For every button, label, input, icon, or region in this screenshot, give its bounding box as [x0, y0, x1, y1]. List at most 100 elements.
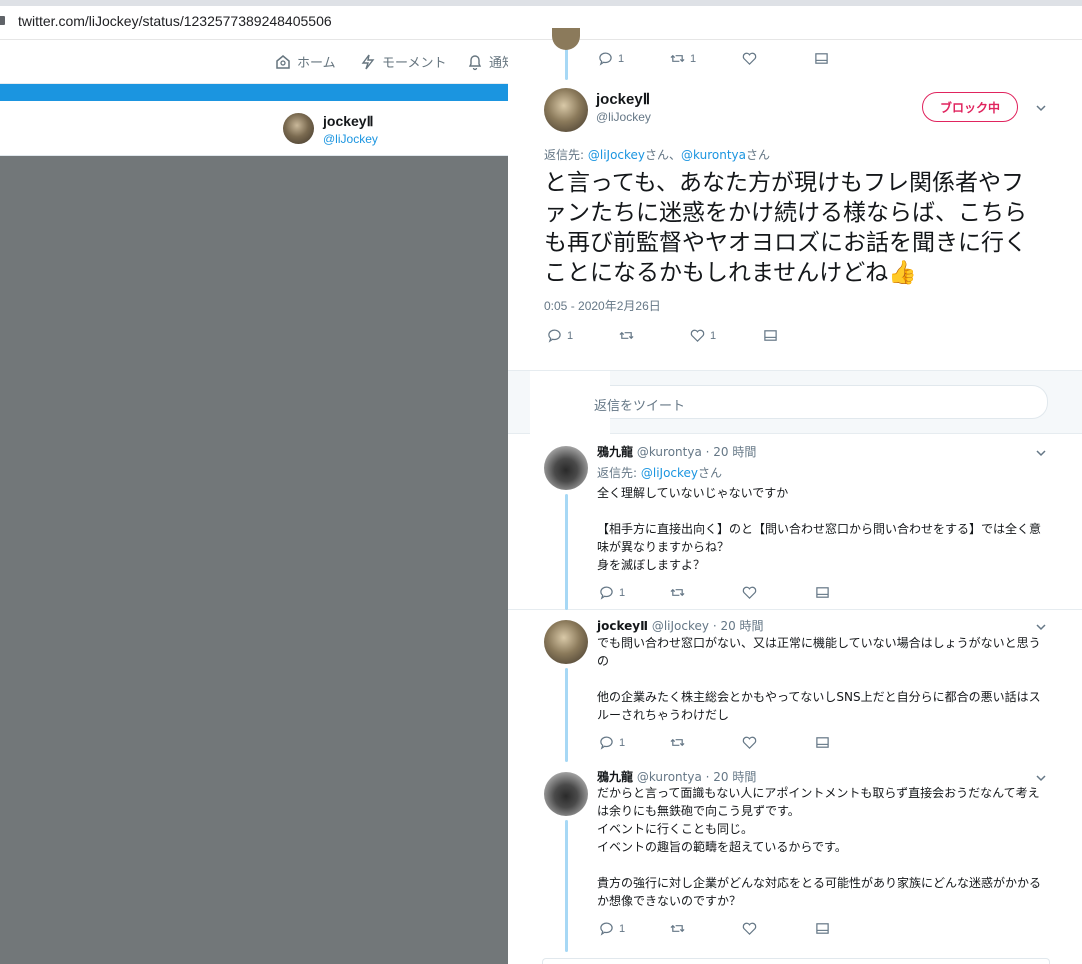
- reply-to-prefix: 返信先:: [597, 466, 638, 480]
- avatar[interactable]: [544, 446, 588, 490]
- honorific: さん、: [645, 148, 682, 162]
- reply-count: 1: [619, 736, 626, 749]
- dm-button[interactable]: [763, 328, 778, 343]
- list-item[interactable]: 鴉九龍 @kurontya · 20 時間 返信先: @liJockeyさん 全…: [508, 434, 1082, 610]
- thread-line: [565, 820, 568, 952]
- like-button[interactable]: [742, 921, 757, 936]
- home-icon: [276, 54, 290, 69]
- reply-icon: [600, 736, 613, 750]
- heart-icon: [742, 52, 757, 65]
- tweet-author-name[interactable]: 鴉九龍: [597, 770, 633, 784]
- dm-button[interactable]: [815, 735, 830, 750]
- avatar[interactable]: [544, 620, 588, 664]
- nav-moments[interactable]: モーメント: [359, 52, 446, 71]
- lock-icon: [0, 16, 5, 25]
- retweet-icon: [670, 924, 685, 933]
- reply-button[interactable]: 1: [599, 921, 625, 936]
- retweet-count: 1: [690, 52, 697, 65]
- avatar[interactable]: [283, 113, 314, 144]
- nav-moments-label: モーメント: [382, 55, 447, 70]
- chevron-down-icon[interactable]: [1035, 447, 1047, 459]
- thread-line: [565, 668, 568, 762]
- reply-icon: [599, 52, 612, 66]
- tweet-text: 全く理解していないじゃないですか 【相手方に直接出向く】のと【問い合わせ窓口から…: [597, 486, 1042, 572]
- envelope-icon: [816, 587, 829, 598]
- avatar: [552, 28, 580, 50]
- nav-home-label: ホーム: [297, 55, 336, 70]
- lightning-icon: [361, 54, 375, 69]
- tweet-time[interactable]: · 20 時間: [706, 445, 757, 459]
- heart-icon: [742, 922, 757, 935]
- like-count: 1: [710, 329, 717, 342]
- dm-button[interactable]: [815, 921, 830, 936]
- profile-name[interactable]: jockeyⅡ: [323, 113, 373, 130]
- tweet-author-handle[interactable]: @kurontya: [637, 770, 702, 784]
- chevron-down-icon[interactable]: [1035, 102, 1047, 114]
- tweet-author-name[interactable]: jockeyⅡ: [596, 90, 650, 108]
- like-button[interactable]: [742, 735, 757, 750]
- tweet-time[interactable]: · 20 時間: [713, 619, 764, 633]
- list-item[interactable]: jockeyⅡ @liJockey · 20 時間 でも問い合わせ窓口がない、又…: [508, 610, 1082, 762]
- heart-icon: [690, 329, 705, 342]
- reply-icon: [600, 586, 613, 600]
- reply-button[interactable]: 1: [598, 51, 624, 66]
- tweet-author-name[interactable]: jockeyⅡ: [597, 619, 648, 633]
- action-bar: 1: [599, 735, 839, 751]
- tweet-header: 鴉九龍 @kurontya · 20 時間: [597, 443, 756, 460]
- envelope-icon: [815, 53, 828, 64]
- reply-button[interactable]: 1: [599, 735, 625, 750]
- mention-link[interactable]: @liJockey: [641, 466, 698, 480]
- action-bar: 1 1: [547, 328, 807, 344]
- url-text[interactable]: twitter.com/liJockey/status/123257738924…: [18, 13, 332, 29]
- reply-button[interactable]: 1: [599, 585, 625, 600]
- honorific: さん: [698, 466, 723, 480]
- avatar[interactable]: [544, 772, 588, 816]
- retweet-button[interactable]: 1: [670, 51, 696, 66]
- envelope-icon: [764, 330, 777, 341]
- retweet-button[interactable]: [619, 328, 634, 343]
- like-button[interactable]: [742, 585, 757, 600]
- reply-button[interactable]: 1: [547, 328, 573, 343]
- chevron-down-icon[interactable]: [1035, 772, 1047, 784]
- retweet-button[interactable]: [670, 735, 685, 750]
- mention-link[interactable]: @liJockey: [588, 148, 645, 162]
- nav-home[interactable]: ホーム: [274, 52, 336, 71]
- retweet-button[interactable]: [670, 921, 685, 936]
- retweet-icon: [670, 738, 685, 747]
- list-item[interactable]: 鴉九龍 @kurontya · 20 時間 だからと言って面識もない人にアポイン…: [508, 762, 1082, 952]
- bell-icon: [468, 54, 482, 70]
- action-bar: 1 1: [598, 51, 838, 67]
- reply-count: 1: [567, 329, 574, 342]
- chevron-down-icon[interactable]: [1035, 621, 1047, 633]
- mention-link[interactable]: @kurontya: [681, 148, 746, 162]
- tweet-author-handle[interactable]: @liJockey: [652, 619, 709, 633]
- profile-handle[interactable]: @liJockey: [323, 132, 378, 146]
- avatar[interactable]: [544, 88, 588, 132]
- tweet-author-handle[interactable]: @liJockey: [596, 110, 651, 124]
- tweet-text: でも問い合わせ窓口がない、又は正常に機能していない場合はしょうがないと思うの 他…: [597, 636, 1041, 722]
- tweet-text: だからと言って面識もない人にアポイントメントも取らず直接会おうだなんて考えは余り…: [597, 786, 1042, 908]
- browser-url-bar[interactable]: twitter.com/liJockey/status/123257738924…: [0, 0, 1082, 40]
- tweet-time[interactable]: · 20 時間: [706, 770, 757, 784]
- tweet-text: と言っても、あなた方が現けもフレ関係者やファンたちに迷惑をかけ続ける様ならば、こ…: [544, 170, 1027, 286]
- reply-icon: [548, 329, 561, 343]
- tweet-header: 鴉九龍 @kurontya · 20 時間: [597, 768, 756, 785]
- modal-overlay[interactable]: [0, 156, 508, 964]
- tweet-author-name[interactable]: 鴉九龍: [597, 445, 633, 459]
- tweet-header: jockeyⅡ @liJockey · 20 時間: [597, 617, 764, 634]
- like-button[interactable]: 1: [690, 328, 716, 343]
- reply-count: 1: [619, 922, 626, 935]
- blocked-button[interactable]: ブロック中: [922, 92, 1018, 122]
- retweet-icon: [670, 54, 685, 63]
- reply-to-line: 返信先: @liJockeyさん: [597, 464, 722, 481]
- tweet-timestamp[interactable]: 0:05 - 2020年2月26日: [544, 297, 661, 314]
- next-item-edge: [542, 958, 1050, 964]
- reply-to-prefix: 返信先:: [544, 148, 585, 162]
- retweet-button[interactable]: [670, 585, 685, 600]
- dm-button[interactable]: [814, 51, 829, 66]
- like-button[interactable]: [742, 51, 757, 66]
- thread-line: [565, 494, 568, 610]
- reply-composer: 返信をツイート: [508, 370, 1082, 435]
- dm-button[interactable]: [815, 585, 830, 600]
- tweet-author-handle[interactable]: @kurontya: [637, 445, 702, 459]
